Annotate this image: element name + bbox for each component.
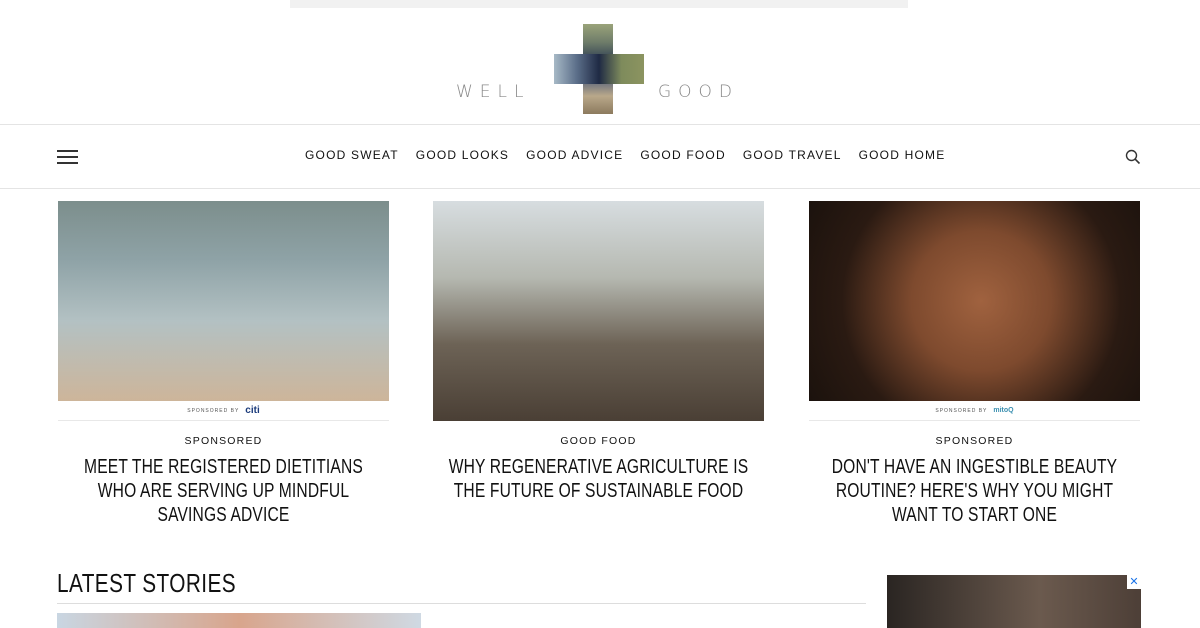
card-category[interactable]: SPONSORED [809, 435, 1140, 447]
section-title: LATEST STORIES [57, 568, 236, 598]
logo-word-good: GOOD [658, 82, 740, 102]
nav-item-good-travel[interactable]: GOOD TRAVEL [743, 148, 842, 162]
card-category[interactable]: GOOD FOOD [433, 435, 764, 447]
card-category[interactable]: SPONSORED [58, 435, 389, 447]
featured-card-2[interactable]: GOOD FOOD Why regenerative agriculture i… [433, 201, 764, 503]
nav-item-good-food[interactable]: GOOD FOOD [640, 148, 725, 162]
sponsor-prefix: SPONSORED BY [187, 407, 240, 414]
nav-item-good-looks[interactable]: GOOD LOOKS [416, 148, 509, 162]
main-navigation: GOOD SWEAT GOOD LOOKS GOOD ADVICE GOOD F… [0, 124, 1200, 189]
logo-word-well: WELL [456, 82, 531, 102]
hamburger-icon[interactable] [57, 150, 78, 164]
featured-image-smile[interactable] [809, 201, 1140, 401]
sponsor-bar: SPONSORED BY citi [58, 401, 389, 421]
sponsor-prefix: SPONSORED BY [935, 407, 988, 414]
close-icon[interactable]: ✕ [1127, 575, 1141, 589]
sidebar-ad[interactable]: ✕ [887, 575, 1141, 628]
featured-card-1[interactable]: SPONSORED BY citi SPONSORED Meet the reg… [58, 201, 389, 527]
top-ad-strip [290, 0, 908, 8]
card-headline[interactable]: Why regenerative agriculture is the futu… [446, 455, 751, 503]
nav-items: GOOD SWEAT GOOD LOOKS GOOD ADVICE GOOD F… [305, 148, 962, 162]
latest-story-thumbnail[interactable] [57, 613, 421, 628]
nav-item-good-sweat[interactable]: GOOD SWEAT [305, 148, 399, 162]
nav-item-good-advice[interactable]: GOOD ADVICE [526, 148, 623, 162]
sponsor-bar: SPONSORED BY mitoQ [809, 401, 1140, 421]
featured-image-dietitians[interactable] [58, 201, 389, 401]
sponsor-logo-mitoq: mitoQ [993, 407, 1014, 414]
well-good-logo[interactable]: WELL GOOD [456, 24, 746, 114]
logo-cross-mark [554, 24, 644, 114]
nav-item-good-home[interactable]: GOOD HOME [859, 148, 946, 162]
search-icon[interactable] [1125, 149, 1141, 165]
featured-card-3[interactable]: SPONSORED BY mitoQ SPONSORED Don't have … [809, 201, 1140, 527]
sponsor-logo-citi: citi [245, 405, 260, 416]
card-headline[interactable]: Don't have an ingestible beauty routine?… [822, 455, 1127, 527]
latest-stories-header: LATEST STORIES [57, 568, 866, 604]
card-headline[interactable]: Meet the registered dietitians who are s… [71, 455, 376, 527]
featured-image-agriculture[interactable] [433, 201, 764, 421]
